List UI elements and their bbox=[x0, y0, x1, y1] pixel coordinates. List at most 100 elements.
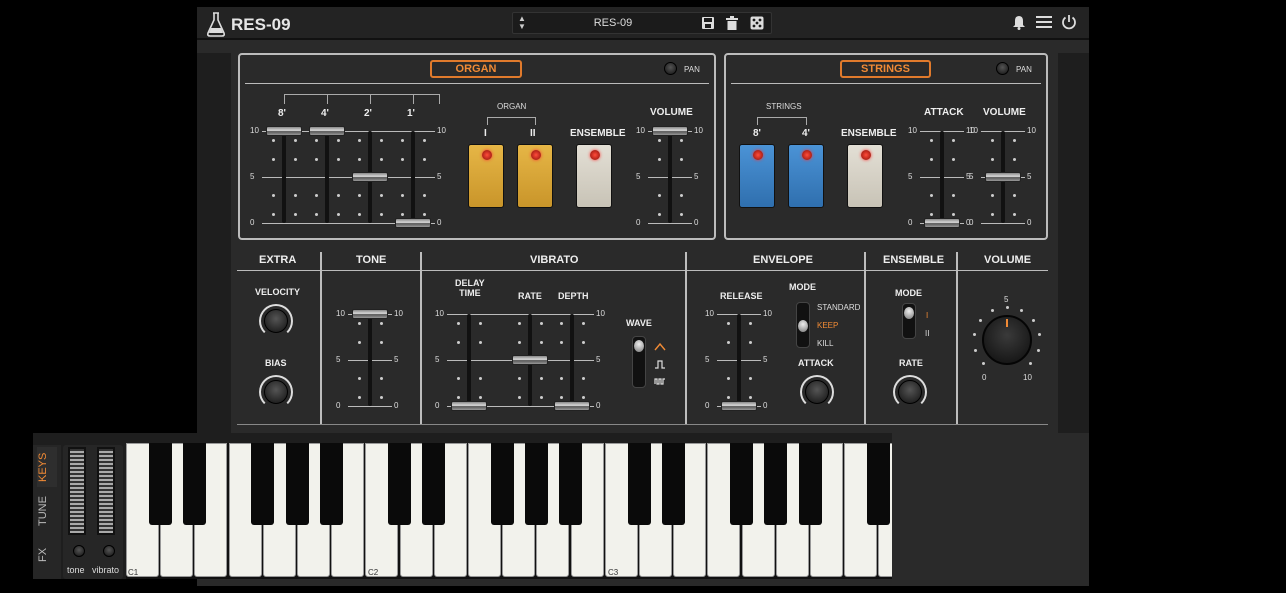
organ-pan-knob[interactable] bbox=[664, 62, 677, 75]
black-key[interactable] bbox=[764, 443, 788, 525]
vol-mid-label: 5 bbox=[1004, 295, 1009, 304]
footage-2-label: 2' bbox=[364, 108, 372, 119]
strings-volume-scale-dot bbox=[1013, 157, 1016, 161]
organ-volume-scale-line bbox=[648, 223, 692, 224]
mode-keep[interactable]: KEEP bbox=[817, 321, 838, 330]
strings-attack-slider-track[interactable] bbox=[940, 131, 944, 223]
delay-time-label: DELAY TIME bbox=[455, 278, 485, 298]
vibrato-slider-track[interactable] bbox=[570, 314, 574, 406]
strings-label: STRINGS bbox=[840, 60, 931, 78]
preset-up-down-icon[interactable]: ▲ ▼ bbox=[518, 15, 526, 31]
black-key[interactable] bbox=[319, 443, 343, 525]
vibrato-scale-dot bbox=[540, 340, 543, 344]
vibrato-knob[interactable] bbox=[103, 545, 115, 557]
organ-footage-slider-track[interactable] bbox=[282, 131, 286, 223]
black-key[interactable] bbox=[661, 443, 685, 525]
bell-icon[interactable] bbox=[1012, 15, 1026, 30]
organ-footage-slider-track[interactable] bbox=[411, 131, 415, 223]
black-key[interactable] bbox=[388, 443, 412, 525]
organ-volume-scale-dot bbox=[680, 212, 683, 216]
power-icon[interactable] bbox=[1061, 14, 1077, 30]
preset-browser[interactable]: ▲ ▼ RES-09 bbox=[512, 12, 772, 34]
random-dice-icon[interactable] bbox=[750, 16, 764, 30]
organ-footage-scale-dot bbox=[358, 212, 361, 216]
strings-attack-slider-handle[interactable] bbox=[924, 218, 960, 228]
ens-opt-ii[interactable]: II bbox=[925, 329, 929, 338]
piano-keyboard[interactable] bbox=[126, 443, 892, 579]
strings-8-tab[interactable] bbox=[739, 144, 775, 208]
volume-pointer bbox=[1006, 319, 1008, 327]
mode-standard[interactable]: STANDARD bbox=[817, 303, 860, 312]
mode-kill[interactable]: KILL bbox=[817, 339, 833, 348]
organ-ensemble-tab[interactable] bbox=[576, 144, 612, 208]
black-key[interactable] bbox=[627, 443, 651, 525]
strings-ensemble-tab[interactable] bbox=[847, 144, 883, 208]
ensemble-mode-switch[interactable] bbox=[902, 303, 916, 339]
organ-volume-slider-track[interactable] bbox=[668, 131, 672, 223]
black-key[interactable] bbox=[148, 443, 172, 525]
strings-pan-knob[interactable] bbox=[996, 62, 1009, 75]
tab-keys[interactable]: KEYS bbox=[37, 447, 57, 487]
black-key[interactable] bbox=[866, 443, 890, 525]
black-key[interactable] bbox=[730, 443, 754, 525]
organ-footage-scale-dot bbox=[401, 157, 404, 161]
volume-scale-dot bbox=[990, 309, 994, 313]
vibrato-scale-dot bbox=[582, 395, 585, 399]
tone-scale-dot bbox=[380, 395, 383, 399]
organ-footage-slider-handle[interactable] bbox=[395, 218, 431, 228]
organ-footage-scale-dot bbox=[358, 157, 361, 161]
black-key[interactable] bbox=[285, 443, 309, 525]
trash-icon[interactable] bbox=[725, 16, 739, 30]
release-slider-handle[interactable] bbox=[721, 401, 757, 411]
black-key[interactable] bbox=[798, 443, 822, 525]
wave-switch[interactable] bbox=[632, 336, 646, 388]
black-key[interactable] bbox=[182, 443, 206, 525]
mod-wheel[interactable] bbox=[97, 447, 115, 535]
strings-4-label: 4' bbox=[802, 128, 810, 139]
octave-c1: C1 bbox=[128, 568, 139, 577]
black-key[interactable] bbox=[524, 443, 548, 525]
organ-volume-scale-label: 5 bbox=[636, 172, 641, 181]
save-icon[interactable] bbox=[701, 16, 715, 30]
black-key[interactable] bbox=[422, 443, 446, 525]
footage-bracket bbox=[284, 94, 439, 95]
organ-footage-slider-track[interactable] bbox=[325, 131, 329, 223]
organ-footage-slider-handle[interactable] bbox=[309, 126, 345, 136]
tab-tune[interactable]: TUNE bbox=[37, 491, 57, 531]
vibrato-slider-handle[interactable] bbox=[554, 401, 590, 411]
organ-volume-slider-handle[interactable] bbox=[652, 126, 688, 136]
strings-volume-slider-handle[interactable] bbox=[985, 172, 1021, 182]
organ-ii-tab[interactable] bbox=[517, 144, 553, 208]
black-key[interactable] bbox=[251, 443, 275, 525]
preset-name[interactable]: RES-09 bbox=[583, 17, 643, 29]
vibrato-slider-track[interactable] bbox=[467, 314, 471, 406]
release-slider-track[interactable] bbox=[737, 314, 741, 406]
volume-scale-dot bbox=[1005, 305, 1009, 309]
release-label: RELEASE bbox=[720, 291, 763, 301]
organ-i-tab[interactable] bbox=[468, 144, 504, 208]
tone-slider-track[interactable] bbox=[368, 314, 372, 406]
pitch-wheel[interactable] bbox=[68, 447, 86, 535]
black-key[interactable] bbox=[559, 443, 583, 525]
tone-scale-dot bbox=[358, 340, 361, 344]
strings-volume-scale-label: 5 bbox=[1027, 172, 1032, 181]
ens-opt-i[interactable]: I bbox=[926, 311, 928, 320]
vibrato-slider-handle[interactable] bbox=[512, 355, 548, 365]
vibrato-scale-label: 10 bbox=[435, 309, 444, 318]
tone-slider-handle[interactable] bbox=[352, 309, 388, 319]
release-scale-label: 0 bbox=[705, 401, 710, 410]
black-key[interactable] bbox=[490, 443, 514, 525]
organ-footage-slider-handle[interactable] bbox=[352, 172, 388, 182]
organ-volume-scale-dot bbox=[658, 157, 661, 161]
tone-knob[interactable] bbox=[73, 545, 85, 557]
organ-footage-scale-label: 5 bbox=[437, 172, 442, 181]
ens-rate-label: RATE bbox=[899, 358, 923, 368]
strings-4-tab[interactable] bbox=[788, 144, 824, 208]
envelope-mode-switch[interactable] bbox=[796, 302, 810, 348]
vibrato-slider-handle[interactable] bbox=[451, 401, 487, 411]
strings-volume-scale-line bbox=[981, 223, 1025, 224]
tab-fx[interactable]: FX bbox=[37, 535, 57, 575]
vol-max-label: 10 bbox=[1023, 373, 1032, 382]
organ-footage-slider-handle[interactable] bbox=[266, 126, 302, 136]
menu-icon[interactable] bbox=[1036, 15, 1052, 29]
